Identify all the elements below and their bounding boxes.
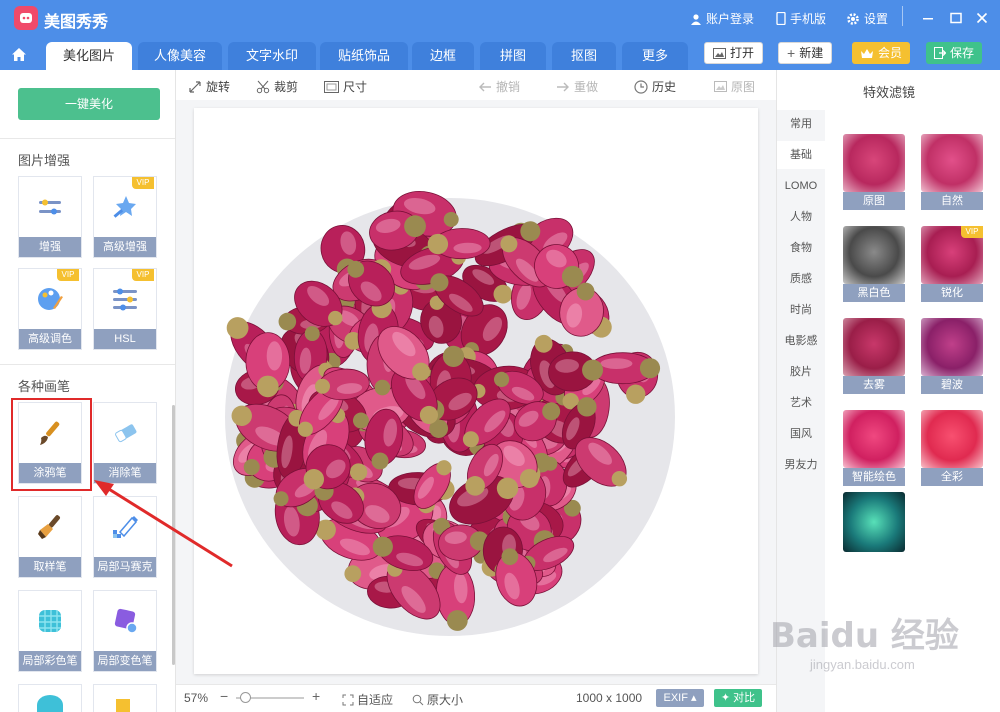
watermark: Baidu 经验 jingyan.baidu.com	[770, 608, 959, 672]
watermark-main: Baidu 经验	[770, 616, 959, 656]
watermark-sub: jingyan.baidu.com	[810, 657, 915, 672]
annotation-arrow	[94, 480, 233, 568]
